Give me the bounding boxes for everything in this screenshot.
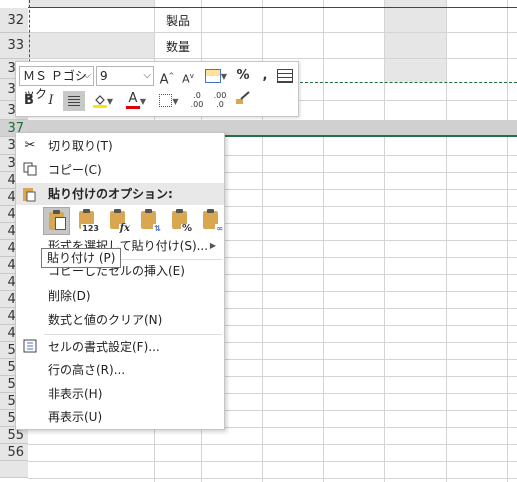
font-color-button[interactable]: A ▼ bbox=[121, 91, 151, 111]
copy-icon bbox=[22, 162, 38, 178]
format-table-button[interactable] bbox=[276, 66, 294, 86]
paste-option-link[interactable]: ∞ bbox=[198, 207, 225, 235]
paste-option-paste[interactable] bbox=[43, 207, 70, 235]
row-header[interactable]: 32 bbox=[0, 8, 28, 33]
comma-style-button[interactable]: , bbox=[256, 66, 274, 86]
increase-font-button[interactable]: A^ bbox=[158, 66, 176, 87]
menu-item-format-cells[interactable]: セルの書式設定(F)... bbox=[16, 336, 224, 358]
menu-item-delete[interactable]: 削除(D) bbox=[16, 285, 224, 307]
cell-style-icon bbox=[204, 68, 221, 83]
decrease-decimal-button[interactable]: .00 .0 bbox=[210, 91, 230, 111]
menu-item-cut[interactable]: ✂ 切り取り(T) bbox=[16, 135, 224, 157]
row-header[interactable]: 33 bbox=[0, 33, 28, 59]
bold-button[interactable]: B bbox=[20, 91, 38, 111]
table-icon bbox=[277, 68, 293, 83]
align-center-icon bbox=[68, 95, 80, 106]
context-menu: ✂ 切り取り(T) コピー(C) 貼り付けのオプション: 123 fx ⇅ % … bbox=[15, 132, 225, 430]
cell-style-button[interactable]: ▼ bbox=[201, 66, 231, 86]
chevron-down-icon: ▼ bbox=[139, 97, 147, 106]
chevron-down-icon: ⌵ bbox=[83, 70, 91, 81]
cell-product[interactable]: 製品 bbox=[166, 12, 190, 29]
grid-line bbox=[28, 7, 517, 8]
format-cells-icon bbox=[22, 339, 38, 355]
shaded-cell bbox=[384, 0, 446, 82]
paste-option-formatting[interactable]: % bbox=[167, 207, 194, 235]
menu-item-row-height[interactable]: 行の高さ(R)... bbox=[16, 359, 224, 381]
borders-icon bbox=[159, 94, 173, 107]
row-header[interactable]: 56 bbox=[0, 444, 28, 461]
fill-color-button[interactable]: ▼ bbox=[88, 91, 118, 111]
grid-line bbox=[28, 32, 517, 33]
paste-options-header: 貼り付けのオプション: bbox=[16, 183, 224, 205]
menu-item-copy[interactable]: コピー(C) bbox=[16, 159, 224, 181]
borders-button[interactable]: ▼ bbox=[156, 91, 182, 111]
font-color-icon: A bbox=[125, 92, 140, 109]
font-size-combo[interactable]: 9 ⌵ bbox=[96, 66, 154, 86]
percent-style-button[interactable]: % bbox=[234, 66, 252, 86]
scissors-icon: ✂ bbox=[24, 138, 36, 153]
link-icon: ∞ bbox=[215, 224, 224, 233]
submenu-arrow-icon: ▶ bbox=[209, 241, 216, 250]
decrease-font-button[interactable]: Av bbox=[179, 66, 197, 86]
paste-icon bbox=[49, 210, 66, 230]
shaded-cell bbox=[28, 32, 154, 59]
menu-item-hide[interactable]: 非表示(H) bbox=[16, 383, 224, 405]
clipboard-icon bbox=[22, 186, 36, 209]
format-painter-button[interactable] bbox=[234, 91, 252, 111]
transpose-arrows-icon: ⇅ bbox=[153, 224, 162, 233]
menu-separator bbox=[44, 334, 222, 335]
grid-line bbox=[28, 461, 517, 462]
menu-item-unhide[interactable]: 再表示(U) bbox=[16, 406, 224, 428]
mini-toolbar: ＭＳ Ｐゴシック ⌵ 9 ⌵ A^ Av ▼ % , B I ▼ A ▼ ▼ .… bbox=[15, 61, 299, 117]
italic-button[interactable]: I bbox=[42, 91, 60, 111]
paste-option-formulas[interactable]: fx bbox=[105, 207, 132, 235]
align-center-button[interactable] bbox=[63, 91, 85, 111]
paintbrush-icon bbox=[235, 91, 251, 109]
increase-decimal-button[interactable]: .0 .00 bbox=[187, 91, 207, 111]
row-header[interactable]: 56 bbox=[0, 461, 28, 478]
font-size-value: 9 bbox=[100, 69, 108, 83]
menu-item-clear-contents[interactable]: 数式と値のクリア(N) bbox=[16, 309, 224, 331]
grid-line bbox=[28, 58, 517, 59]
font-name-combo[interactable]: ＭＳ Ｐゴシック ⌵ bbox=[19, 66, 94, 101]
grid-line bbox=[28, 444, 517, 445]
chevron-down-icon: ▼ bbox=[172, 97, 179, 106]
paste-tooltip: 貼り付け (P) bbox=[41, 248, 122, 268]
copy-marquee-bottom bbox=[300, 82, 517, 83]
chevron-down-icon: ▼ bbox=[220, 72, 228, 81]
paste-option-values[interactable]: 123 bbox=[74, 207, 101, 235]
chevron-down-icon: ⌵ bbox=[143, 70, 151, 81]
chevron-down-icon: ▼ bbox=[106, 97, 114, 106]
grid-line bbox=[28, 478, 517, 479]
cell-quantity[interactable]: 数量 bbox=[166, 38, 190, 55]
paste-option-transpose[interactable]: ⇅ bbox=[136, 207, 163, 235]
paint-bucket-icon bbox=[92, 94, 107, 108]
